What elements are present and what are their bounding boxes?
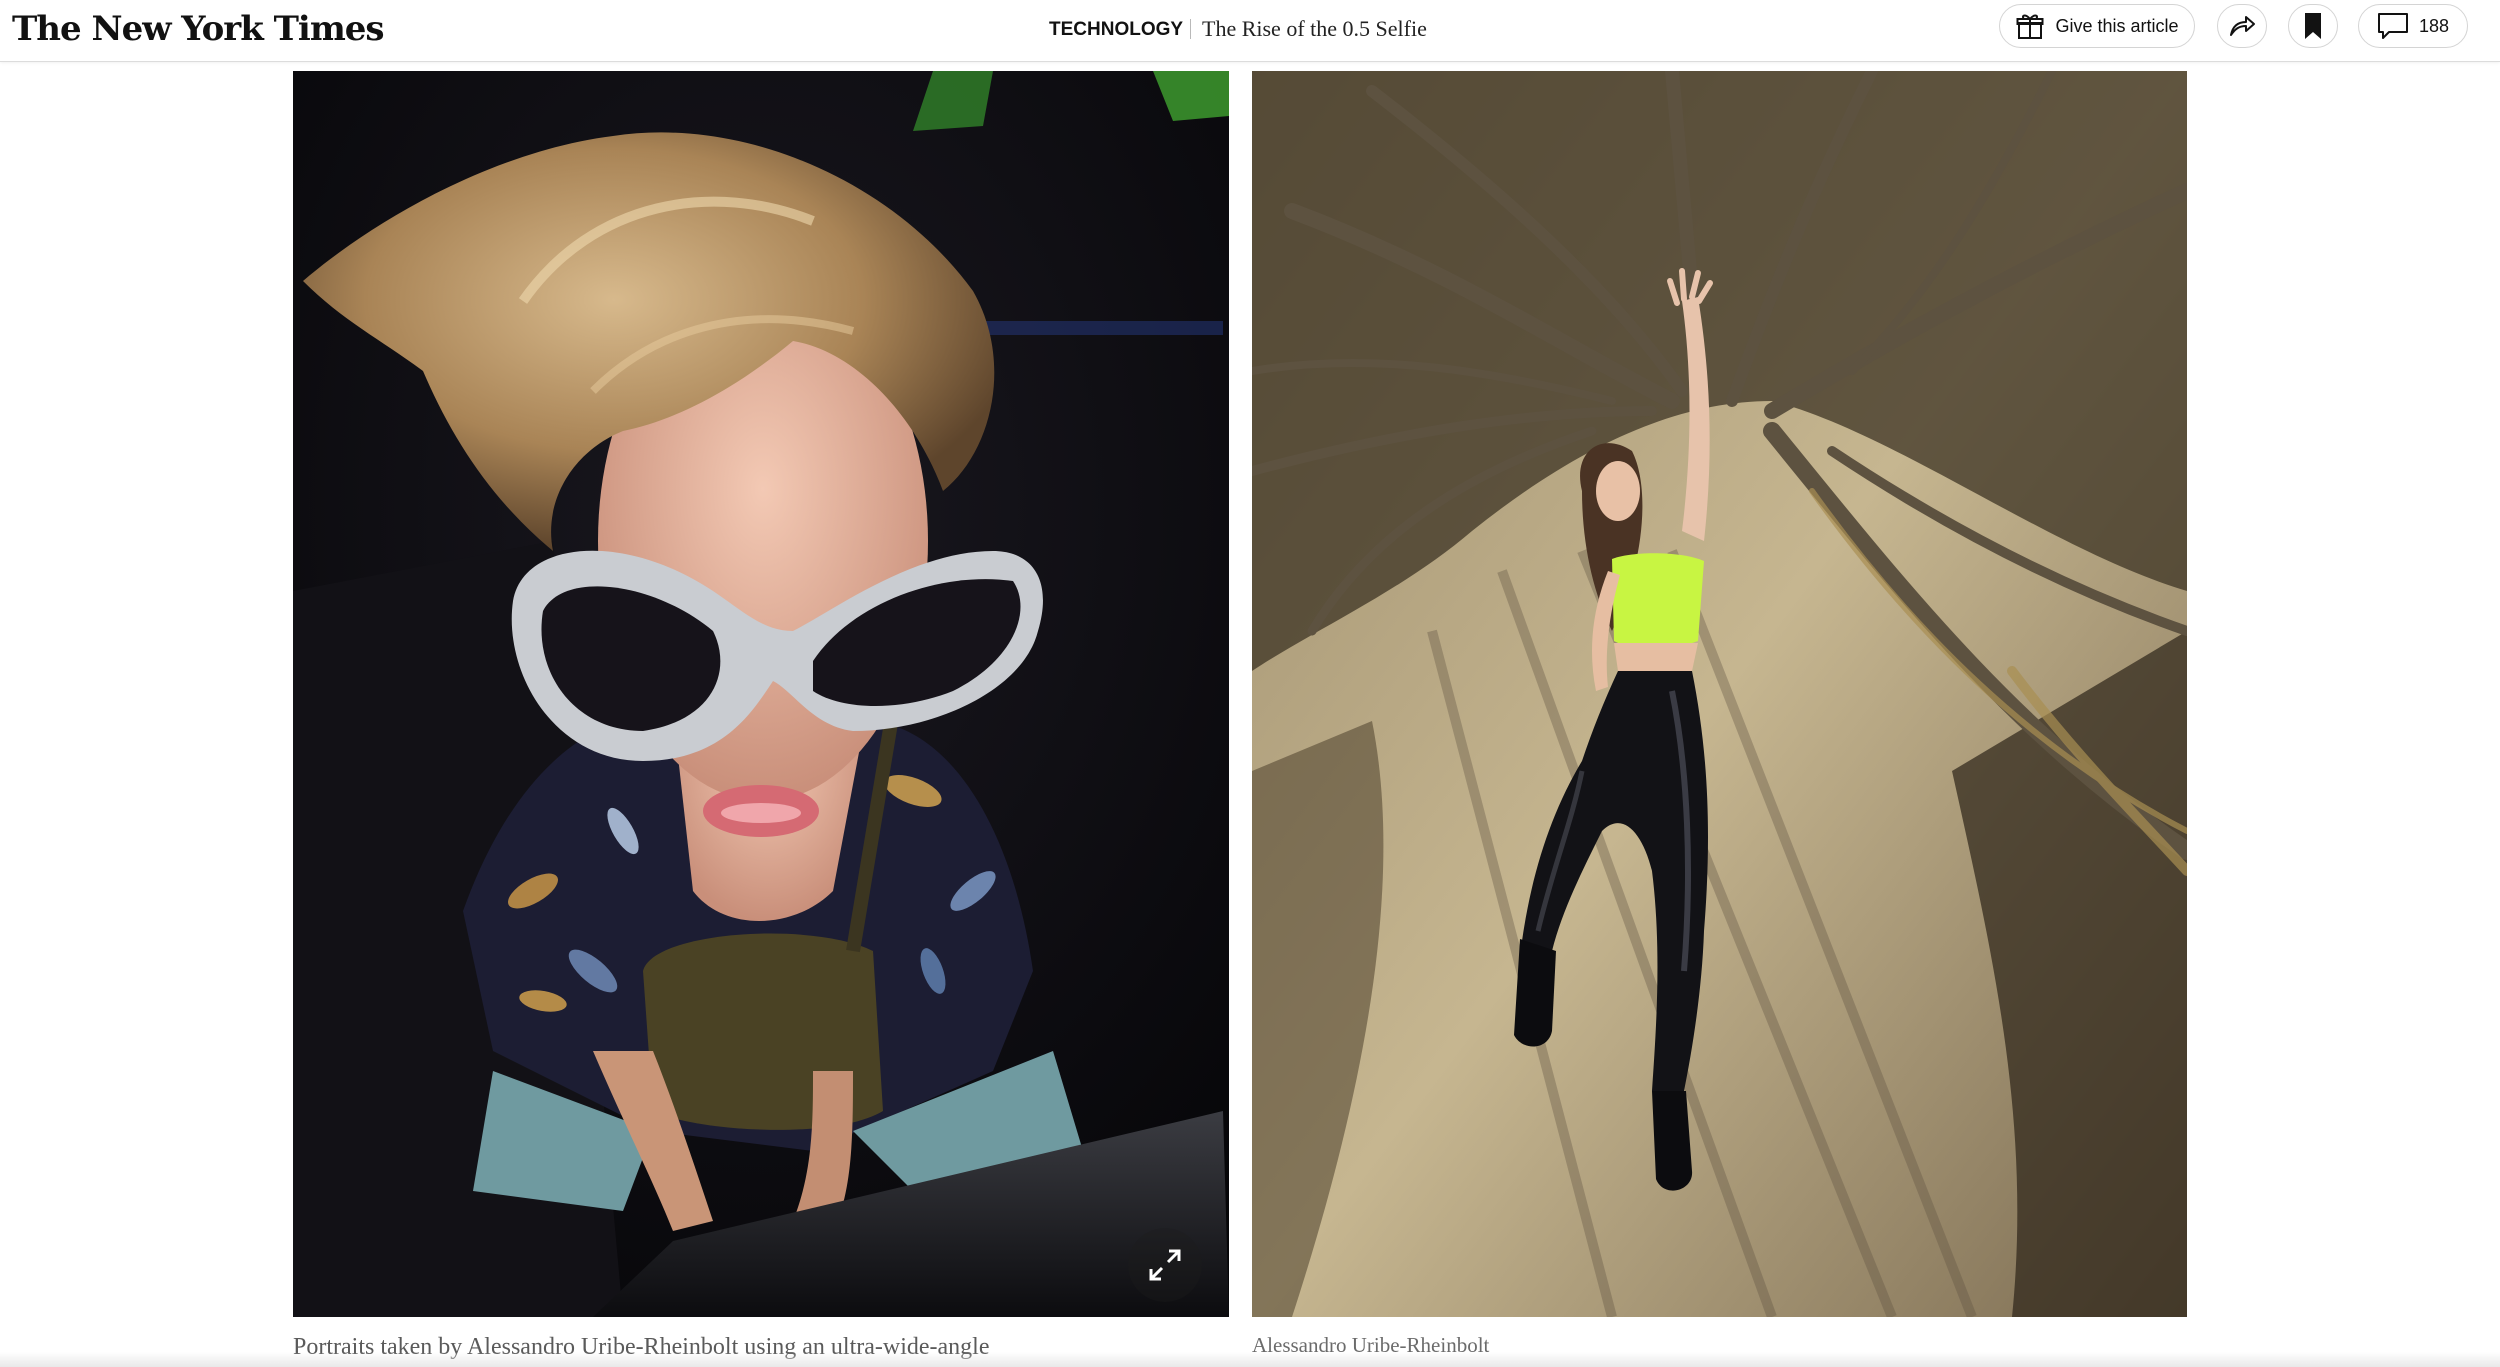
gift-icon bbox=[2015, 11, 2045, 41]
expand-image-button[interactable] bbox=[1128, 1228, 1202, 1302]
breadcrumb-divider bbox=[1190, 19, 1191, 39]
comment-bubble-icon bbox=[2377, 11, 2409, 41]
give-article-label: Give this article bbox=[2055, 15, 2179, 36]
photo-man-sunglasses bbox=[293, 71, 1229, 1317]
share-icon bbox=[2227, 11, 2257, 41]
share-button[interactable] bbox=[2217, 4, 2267, 48]
section-label[interactable]: TECHNOLOGY bbox=[1049, 17, 1183, 43]
comments-button[interactable]: 188 bbox=[2358, 4, 2468, 48]
give-article-button[interactable]: Give this article bbox=[1999, 4, 2195, 48]
bottom-fade bbox=[0, 1352, 2500, 1367]
bookmark-icon bbox=[2302, 11, 2324, 41]
nyt-logo[interactable]: The New York Times bbox=[12, 6, 385, 52]
expand-icon bbox=[1147, 1247, 1183, 1283]
comment-count: 188 bbox=[2418, 15, 2450, 36]
photo-woman-branches bbox=[1252, 71, 2187, 1317]
top-bar: The New York Times TECHNOLOGY The Rise o… bbox=[0, 0, 2500, 62]
save-button[interactable] bbox=[2288, 4, 2338, 48]
article-title: The Rise of the 0.5 Selfie bbox=[1202, 16, 1427, 41]
article-page: The New York Times TECHNOLOGY The Rise o… bbox=[0, 0, 2500, 1367]
